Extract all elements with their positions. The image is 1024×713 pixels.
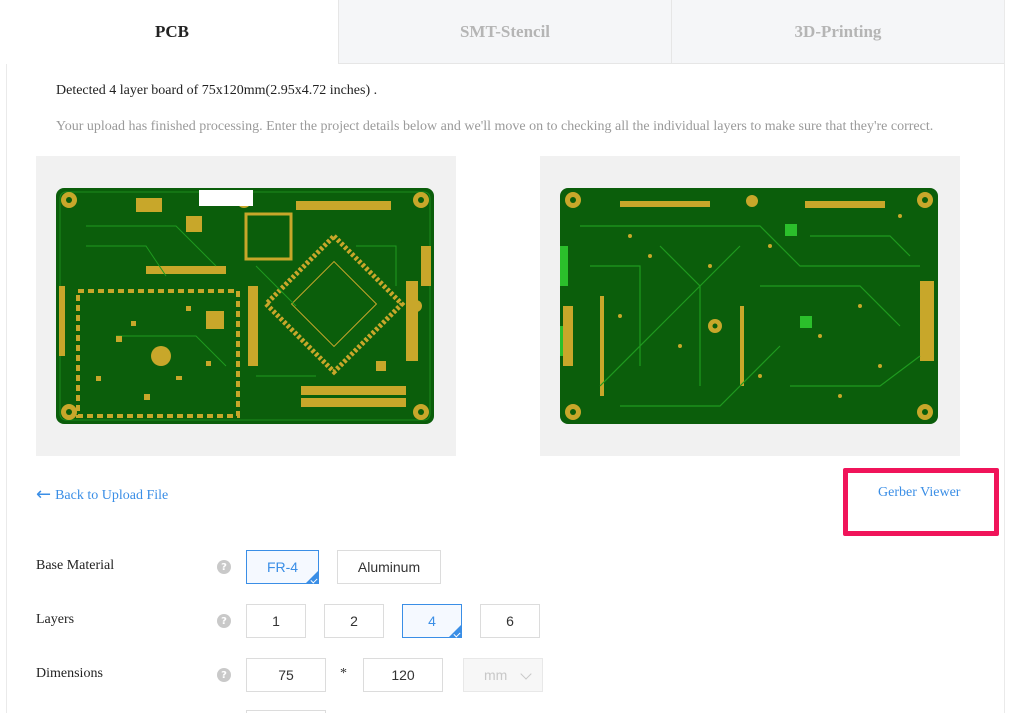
layers-option-2[interactable]: 2 — [324, 604, 384, 638]
dimension-separator: * — [340, 666, 347, 681]
dimension-width-input[interactable] — [246, 658, 326, 692]
layers-help-icon[interactable]: ? — [217, 614, 231, 628]
dimensions-help-icon[interactable]: ? — [217, 668, 231, 682]
base-material-help-icon[interactable]: ? — [217, 560, 231, 574]
pcb-bottom-layer-image — [560, 188, 938, 424]
layers-option-6-label: 6 — [506, 613, 514, 629]
pcb-top-layer-image — [56, 188, 434, 424]
dimension-unit-select[interactable]: mm — [463, 658, 543, 692]
layers-option-4[interactable]: 4 — [402, 604, 462, 638]
back-to-upload-label: Back to Upload File — [55, 488, 169, 503]
tab-3d-printing[interactable]: 3D-Printing — [671, 0, 1004, 64]
base-material-option-aluminum[interactable]: Aluminum — [337, 550, 441, 584]
layers-option-1[interactable]: 1 — [246, 604, 306, 638]
back-to-upload-link[interactable]: ← Back to Upload File — [36, 486, 168, 504]
check-icon — [310, 576, 318, 584]
tab-pcb[interactable]: PCB — [6, 0, 338, 64]
dimension-height-input[interactable] — [363, 658, 443, 692]
dimensions-label: Dimensions — [36, 666, 103, 681]
dimension-unit-value: mm — [484, 667, 508, 683]
base-material-option-fr4[interactable]: FR-4 — [246, 550, 319, 584]
tab-smt-stencil[interactable]: SMT-Stencil — [338, 0, 671, 64]
base-material-label: Base Material — [36, 558, 115, 573]
arrow-left-icon: ← — [36, 484, 52, 505]
layers-option-1-label: 1 — [272, 613, 280, 629]
layers-option-4-label: 4 — [428, 613, 436, 629]
base-material-option-aluminum-label: Aluminum — [357, 559, 421, 575]
gerber-viewer-link[interactable]: Gerber Viewer — [878, 485, 960, 501]
detected-board-text: Detected 4 layer board of 75x120mm(2.95x… — [56, 83, 378, 98]
service-tabs: PCB SMT-Stencil 3D-Printing — [6, 0, 1004, 64]
layers-label: Layers — [36, 612, 75, 627]
pcb-bottom-preview — [540, 156, 960, 456]
base-material-option-fr4-label: FR-4 — [266, 559, 299, 575]
chevron-down-icon — [520, 668, 532, 680]
pcb-top-preview — [36, 156, 456, 456]
content-right-border — [1004, 0, 1005, 713]
content-left-border — [6, 0, 7, 713]
check-icon — [453, 630, 461, 638]
layers-option-6[interactable]: 6 — [480, 604, 540, 638]
gerber-viewer-highlight — [843, 468, 999, 536]
layers-option-2-label: 2 — [350, 613, 358, 629]
upload-processed-text: Your upload has finished processing. Ent… — [56, 119, 934, 134]
